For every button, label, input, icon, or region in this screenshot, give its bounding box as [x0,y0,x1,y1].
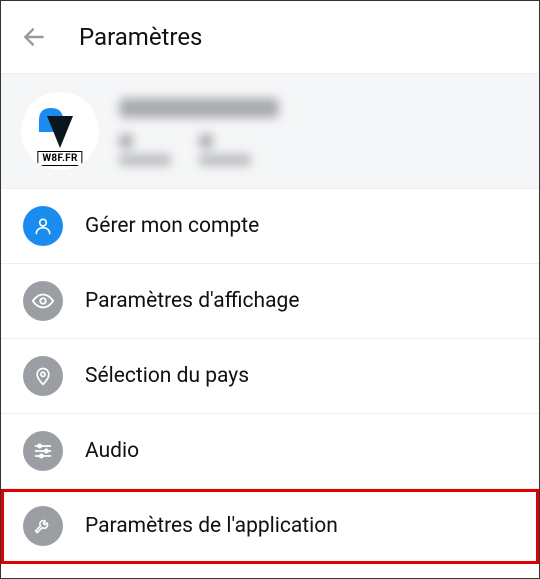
menu-item-label: Paramètres d'affichage [85,289,299,313]
person-icon [23,206,63,246]
wrench-icon [23,506,63,546]
profile-section[interactable]: W8F.FR [1,73,539,189]
menu-item-display-settings[interactable]: Paramètres d'affichage [1,264,539,339]
settings-list: Gérer mon compte Paramètres d'affichage … [1,189,539,564]
menu-item-app-settings[interactable]: Paramètres de l'application [1,489,539,564]
location-pin-icon [23,356,63,396]
menu-item-label: Gérer mon compte [85,214,259,238]
avatar: W8F.FR [21,92,99,170]
menu-item-label: Paramètres de l'application [85,514,338,538]
sliders-icon [23,431,63,471]
menu-item-country-selection[interactable]: Sélection du pays [1,339,539,414]
profile-info-blurred [119,92,519,166]
avatar-badge: W8F.FR [37,151,82,166]
app-header: Paramètres [1,1,539,73]
menu-item-manage-account[interactable]: Gérer mon compte [1,189,539,264]
back-arrow-icon[interactable] [21,24,47,50]
menu-item-label: Sélection du pays [85,364,249,388]
eye-icon [23,281,63,321]
page-title: Paramètres [79,23,202,51]
menu-item-audio[interactable]: Audio [1,414,539,489]
menu-item-label: Audio [85,439,139,463]
